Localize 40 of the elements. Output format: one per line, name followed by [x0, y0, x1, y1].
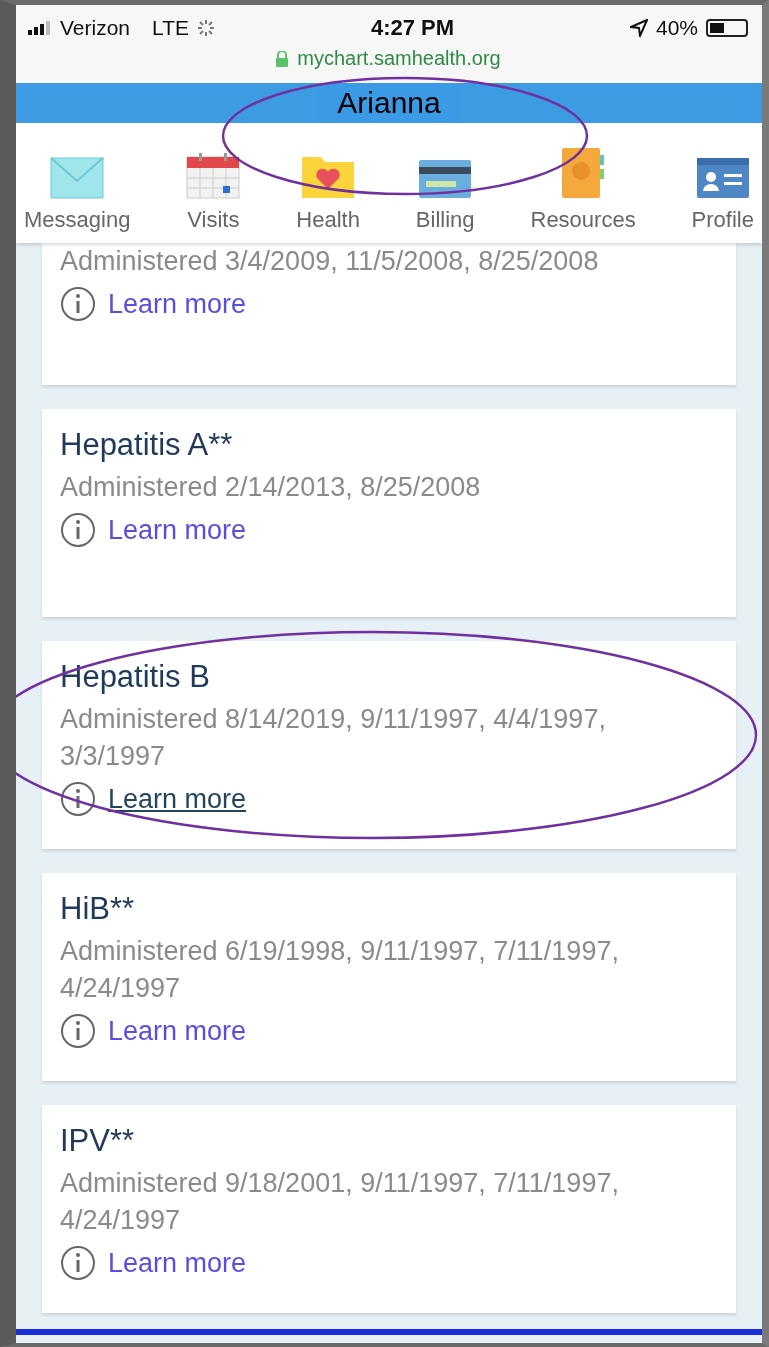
vaccine-name: Hepatitis B: [60, 659, 211, 695]
vaccine-name: IPV**: [60, 1123, 136, 1159]
nav-button[interactable]: Visits: [184, 133, 243, 233]
envelope-icon: [50, 157, 105, 199]
url-text[interactable]: mychart.samhealth.org: [297, 47, 501, 70]
lock-icon: [275, 50, 290, 67]
learn-more-link[interactable]: Learn more: [108, 514, 247, 546]
nav-button[interactable]: Profile: [689, 133, 756, 233]
nav-button[interactable]: Billing: [413, 133, 477, 233]
id-card-icon: [695, 157, 750, 199]
info-icon: [60, 1013, 96, 1049]
info-icon: [60, 512, 96, 548]
nav-button[interactable]: Resources: [528, 133, 638, 233]
nav-button[interactable]: Messaging: [22, 133, 133, 233]
learn-more-link[interactable]: Learn more: [108, 1247, 247, 1279]
info-icon: [60, 286, 96, 322]
carrier-name: Verizon: [60, 16, 131, 40]
vaccine-name: HiB**: [60, 891, 136, 927]
administered-dates: Administered 6/19/1998, 9/11/1997, 7/11/1997, 4/24/1997: [60, 935, 620, 1005]
credit-card-icon: [418, 159, 473, 199]
learn-more-link[interactable]: Learn more: [108, 783, 247, 815]
vaccine-name: Hepatitis A**: [60, 427, 234, 463]
learn-more-link[interactable]: Learn more: [108, 288, 247, 320]
info-icon: [60, 1245, 96, 1281]
clock-time: 4:27 PM: [370, 15, 455, 41]
learn-more-link[interactable]: Learn more: [108, 1015, 247, 1047]
administered-dates: Administered 3/4/2009, 11/5/2008, 8/25/2008: [60, 245, 600, 278]
loading-icon: [197, 19, 215, 37]
location-arrow-icon: [629, 19, 648, 37]
nav-button[interactable]: Health: [294, 133, 362, 233]
address-book-icon: [560, 147, 607, 199]
calendar-icon: [186, 153, 241, 199]
administered-dates: Administered 2/14/2013, 8/25/2008: [60, 471, 482, 504]
battery-icon: [706, 19, 748, 37]
battery-percent: 40%: [655, 16, 698, 40]
network-type: LTE: [152, 16, 189, 40]
administered-dates: Administered 8/14/2019, 9/11/1997, 4/4/1997, 3/3/1997: [60, 703, 607, 773]
info-icon: [60, 781, 96, 817]
signal-icon: [28, 21, 52, 35]
administered-dates: Administered 9/18/2001, 9/11/1997, 7/11/1997, 4/24/1997: [60, 1167, 620, 1237]
